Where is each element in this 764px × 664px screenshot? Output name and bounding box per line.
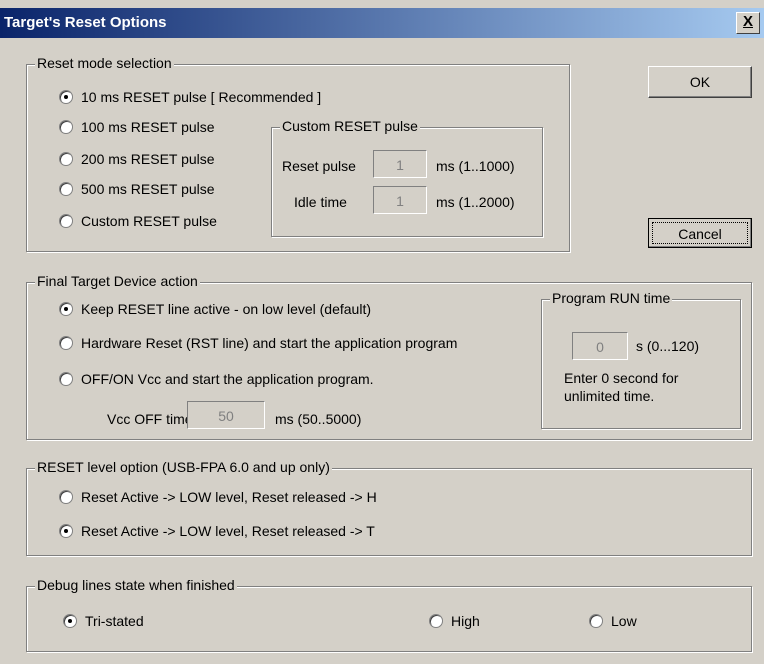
vcc-off-time-unit: ms (50..5000) — [275, 411, 362, 427]
final-action-option-label: Hardware Reset (RST line) and start the … — [81, 335, 458, 351]
reset-mode-option-label: 10 ms RESET pulse [ Recommended ] — [81, 89, 322, 105]
radio-selected-icon — [59, 302, 73, 316]
reset-mode-option-100ms[interactable]: 100 ms RESET pulse — [59, 119, 215, 135]
radio-icon — [59, 214, 73, 228]
program-run-time-legend: Program RUN time — [550, 290, 673, 306]
reset-mode-legend: Reset mode selection — [35, 55, 174, 71]
radio-icon — [429, 614, 443, 628]
reset-level-option-t[interactable]: Reset Active -> LOW level, Reset release… — [59, 523, 375, 539]
close-button[interactable]: X — [736, 12, 760, 34]
program-run-time-group: Program RUN time 0 s (0...120) Enter 0 s… — [541, 290, 741, 429]
reset-pulse-label: Reset pulse — [282, 158, 356, 174]
reset-pulse-unit: ms (1..1000) — [436, 158, 515, 174]
radio-selected-icon — [63, 614, 77, 628]
idle-time-input[interactable]: 1 — [373, 186, 427, 214]
custom-reset-pulse-legend: Custom RESET pulse — [280, 118, 420, 134]
reset-mode-option-500ms[interactable]: 500 ms RESET pulse — [59, 181, 215, 197]
idle-time-unit: ms (1..2000) — [436, 194, 515, 210]
radio-icon — [59, 152, 73, 166]
program-run-time-input[interactable]: 0 — [572, 332, 628, 360]
reset-mode-option-label: 200 ms RESET pulse — [81, 151, 215, 167]
reset-level-legend: RESET level option (USB-FPA 6.0 and up o… — [35, 459, 332, 475]
custom-reset-pulse-group: Custom RESET pulse Reset pulse 1 ms (1..… — [271, 118, 543, 237]
reset-mode-option-label: Custom RESET pulse — [81, 213, 217, 229]
vcc-off-time-label: Vcc OFF time: — [107, 411, 197, 427]
reset-mode-option-label: 100 ms RESET pulse — [81, 119, 215, 135]
radio-selected-icon — [59, 524, 73, 538]
reset-mode-group: Reset mode selection 10 ms RESET pulse [… — [26, 55, 570, 252]
final-action-option-label: Keep RESET line active - on low level (d… — [81, 301, 371, 317]
debug-lines-group: Debug lines state when finished Tri-stat… — [26, 577, 752, 652]
debug-lines-legend: Debug lines state when finished — [35, 577, 237, 593]
vcc-off-time-input[interactable]: 50 — [187, 401, 265, 429]
reset-mode-option-200ms[interactable]: 200 ms RESET pulse — [59, 151, 215, 167]
reset-level-option-label: Reset Active -> LOW level, Reset release… — [81, 523, 375, 539]
reset-mode-option-label: 500 ms RESET pulse — [81, 181, 215, 197]
debug-lines-option-label: Tri-stated — [85, 613, 144, 629]
reset-pulse-input[interactable]: 1 — [373, 150, 427, 178]
reset-options-dialog: Target's Reset Options X OK Cancel Reset… — [0, 0, 764, 664]
program-run-time-unit: s (0...120) — [636, 338, 700, 354]
radio-icon — [59, 490, 73, 504]
idle-time-label: Idle time — [294, 194, 347, 210]
radio-icon — [59, 182, 73, 196]
radio-icon — [59, 120, 73, 134]
debug-lines-option-label: Low — [611, 613, 637, 629]
final-action-option-off-on-vcc[interactable]: OFF/ON Vcc and start the application pro… — [59, 371, 374, 387]
radio-icon — [59, 336, 73, 350]
reset-mode-option-10ms[interactable]: 10 ms RESET pulse [ Recommended ] — [59, 89, 321, 105]
reset-mode-option-custom[interactable]: Custom RESET pulse — [59, 213, 217, 229]
final-action-legend: Final Target Device action — [35, 273, 200, 289]
debug-lines-option-label: High — [451, 613, 480, 629]
debug-lines-option-tri-stated[interactable]: Tri-stated — [63, 613, 144, 629]
ok-button[interactable]: OK — [648, 66, 752, 98]
final-action-group: Final Target Device action Keep RESET li… — [26, 273, 752, 440]
radio-icon — [59, 372, 73, 386]
debug-lines-option-high[interactable]: High — [429, 613, 480, 629]
debug-lines-option-low[interactable]: Low — [589, 613, 637, 629]
program-run-time-note-line2: unlimited time. — [564, 388, 655, 404]
reset-level-option-label: Reset Active -> LOW level, Reset release… — [81, 489, 377, 505]
final-action-option-label: OFF/ON Vcc and start the application pro… — [81, 371, 374, 387]
final-action-option-hardware-reset[interactable]: Hardware Reset (RST line) and start the … — [59, 335, 457, 351]
title-bar[interactable]: Target's Reset Options X — [0, 8, 764, 38]
cancel-button[interactable]: Cancel — [648, 218, 752, 248]
window-title: Target's Reset Options — [4, 14, 167, 31]
final-action-option-keep-reset[interactable]: Keep RESET line active - on low level (d… — [59, 301, 371, 317]
cancel-button-label: Cancel — [652, 222, 748, 244]
radio-icon — [589, 614, 603, 628]
program-run-time-note-line1: Enter 0 second for — [564, 370, 679, 386]
reset-level-option-h[interactable]: Reset Active -> LOW level, Reset release… — [59, 489, 377, 505]
radio-selected-icon — [59, 90, 73, 104]
reset-level-group: RESET level option (USB-FPA 6.0 and up o… — [26, 459, 752, 556]
